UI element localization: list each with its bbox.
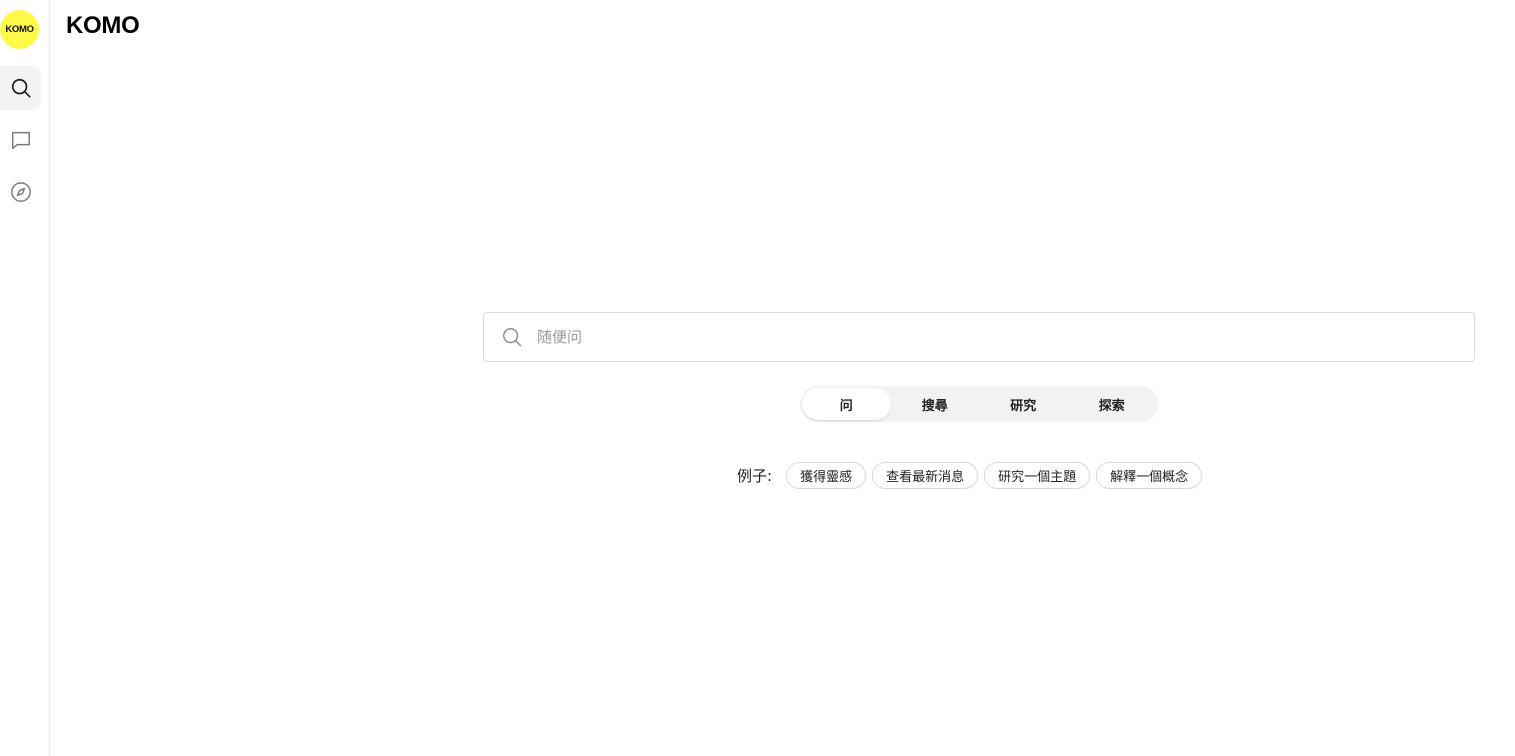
search-input[interactable] bbox=[535, 321, 1474, 353]
brand-title: KOMO bbox=[66, 12, 140, 39]
tab-explore[interactable]: 探索 bbox=[1068, 388, 1157, 420]
search-box[interactable] bbox=[483, 312, 1475, 362]
tab-research[interactable]: 研究 bbox=[979, 388, 1068, 420]
tab-ask[interactable]: 问 bbox=[802, 388, 891, 420]
examples-row: 例子: 獲得靈感 查看最新消息 研究一個主題 解釋一個概念 bbox=[737, 462, 1208, 489]
tab-search[interactable]: 搜尋 bbox=[891, 388, 980, 420]
sidebar: KOMO bbox=[0, 0, 50, 756]
sidebar-item-explore[interactable] bbox=[0, 170, 41, 214]
example-chip[interactable]: 研究一個主題 bbox=[984, 462, 1091, 489]
sidebar-item-chat[interactable] bbox=[0, 118, 41, 162]
search-icon bbox=[501, 326, 523, 348]
examples-label: 例子: bbox=[737, 467, 773, 485]
sidebar-item-search[interactable] bbox=[0, 66, 41, 110]
compass-icon bbox=[10, 182, 31, 202]
chat-icon bbox=[11, 131, 30, 149]
example-chip[interactable]: 獲得靈感 bbox=[786, 462, 867, 489]
mode-tabs: 问 搜尋 研究 探索 bbox=[800, 386, 1158, 422]
example-chip[interactable]: 解釋一個概念 bbox=[1096, 462, 1203, 489]
example-chip[interactable]: 查看最新消息 bbox=[872, 462, 979, 489]
search-icon bbox=[11, 78, 31, 98]
komo-logo[interactable]: KOMO bbox=[0, 10, 39, 49]
